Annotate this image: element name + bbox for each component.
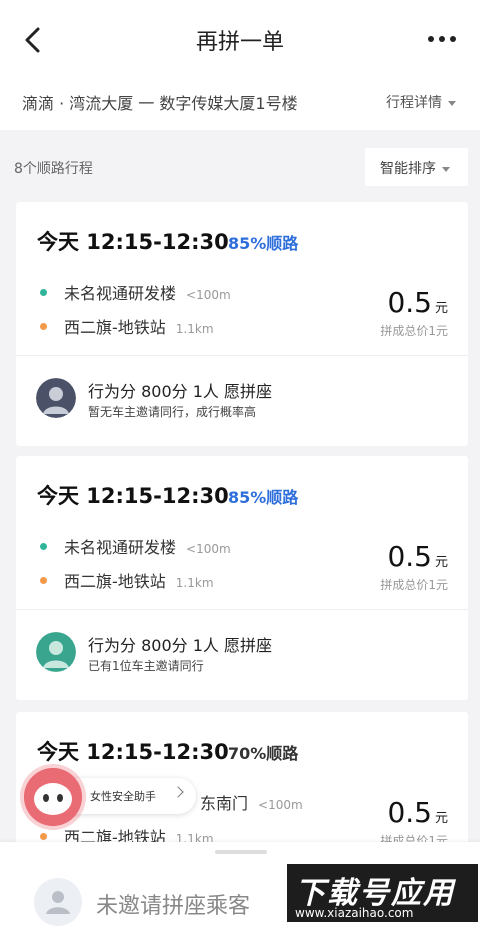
trip-card[interactable]: 今天 12:15-12:30 85%顺路 未名视通研发楼 <100m 西二旗-地铁… (16, 202, 468, 446)
start-distance: <100m (258, 798, 303, 812)
trip-time: 今天 12:15-12:30 (37, 230, 229, 254)
top-nav: 再拼一单 (0, 0, 480, 78)
page-title: 再拼一单 (195, 30, 284, 55)
invite-note: 已有1位车主邀请同行 (88, 659, 204, 673)
price-value: 0.5 (387, 796, 432, 829)
behavior-score: 行为分 800分 1人 愿拼座 (88, 636, 272, 655)
end-name: 西二旗-地铁站 (64, 572, 166, 591)
start-distance: <100m (186, 542, 231, 556)
list-header: 8个顺路行程 智能排序 (0, 130, 480, 202)
user-avatar-icon (34, 878, 82, 926)
match-rate: 85%顺路 (228, 488, 299, 507)
end-place: 西二旗-地铁站 1.1km (64, 568, 214, 592)
trip-time: 今天 12:15-12:30 (37, 740, 229, 764)
start-distance: <100m (186, 288, 231, 302)
price: 0.5 元 拼成总价1元 (380, 540, 448, 592)
sort-label: 智能排序 (380, 161, 436, 177)
match-rate: 85%顺路 (228, 234, 299, 253)
route-bar: 滴滴 · 湾流大厦 一 数字传媒大厦1号楼 行程详情 (0, 78, 480, 130)
divider (16, 355, 468, 356)
trip-detail-button[interactable]: 行程详情 (386, 92, 456, 112)
price-unit: 元 (434, 555, 448, 570)
price-note: 拼成总价1元 (380, 324, 448, 338)
start-dot-icon (40, 543, 47, 550)
match-rate: 70%顺路 (228, 744, 299, 763)
divider (16, 609, 468, 610)
start-dot-icon (40, 289, 47, 296)
start-name: 未名视通研发楼 (64, 284, 177, 303)
invite-note-suffix: ，成行概率高 (184, 405, 257, 419)
start-place: 东南门 <100m (200, 790, 303, 814)
start-place: 未名视通研发楼 <100m (64, 280, 231, 304)
avatar-icon (36, 378, 76, 418)
price-value: 0.5 (387, 540, 432, 573)
end-dot-icon (40, 577, 47, 584)
end-distance: 1.1km (175, 322, 214, 336)
end-dot-icon (40, 323, 47, 330)
caret-down-icon (448, 100, 456, 106)
end-name: 西二旗-地铁站 (64, 318, 166, 337)
caret-down-icon (442, 166, 450, 172)
price-value: 0.5 (387, 286, 432, 319)
end-place: 西二旗-地铁站 1.1km (64, 314, 214, 338)
invite-note: 暂无车主邀请同行，成行概率高 (88, 403, 256, 420)
sort-dropdown[interactable]: 智能排序 (365, 148, 468, 186)
invite-note-text: 暂无车主邀请同行 (88, 405, 185, 419)
drag-handle[interactable] (215, 850, 267, 854)
safety-assistant-button[interactable]: 女性安全助手 (24, 768, 200, 826)
trip-time: 今天 12:15-12:30 (37, 484, 229, 508)
behavior-score: 行为分 800分 1人 愿拼座 (88, 382, 272, 401)
trip-detail-label: 行程详情 (386, 95, 442, 111)
price-unit: 元 (434, 811, 448, 826)
trip-card[interactable]: 今天 12:15-12:30 85%顺路 未名视通研发楼 <100m 西二旗-地铁… (16, 456, 468, 700)
start-name: 东南门 (200, 794, 249, 813)
trip-count: 8个顺路行程 (14, 161, 93, 177)
watermark-url: www.xiazaihao.com (295, 906, 414, 920)
end-distance: 1.1km (175, 576, 214, 590)
price-unit: 元 (434, 301, 448, 316)
end-dot-icon (40, 833, 47, 840)
uninvited-passenger-label: 未邀请拼座乘客 (96, 894, 251, 919)
more-icon[interactable] (428, 36, 456, 44)
price-note: 拼成总价1元 (380, 578, 448, 592)
mascot-icon (24, 768, 82, 826)
route-text: 滴滴 · 湾流大厦 一 数字传媒大厦1号楼 (22, 94, 298, 113)
avatar-icon (36, 632, 76, 672)
safety-assistant-label: 女性安全助手 (90, 790, 156, 803)
watermark-logo: 下载号应用 www.xiazaihao.com (285, 862, 480, 924)
price: 0.5 元 拼成总价1元 (380, 796, 448, 848)
start-place: 未名视通研发楼 <100m (64, 534, 231, 558)
start-name: 未名视通研发楼 (64, 538, 177, 557)
price: 0.5 元 拼成总价1元 (380, 286, 448, 338)
